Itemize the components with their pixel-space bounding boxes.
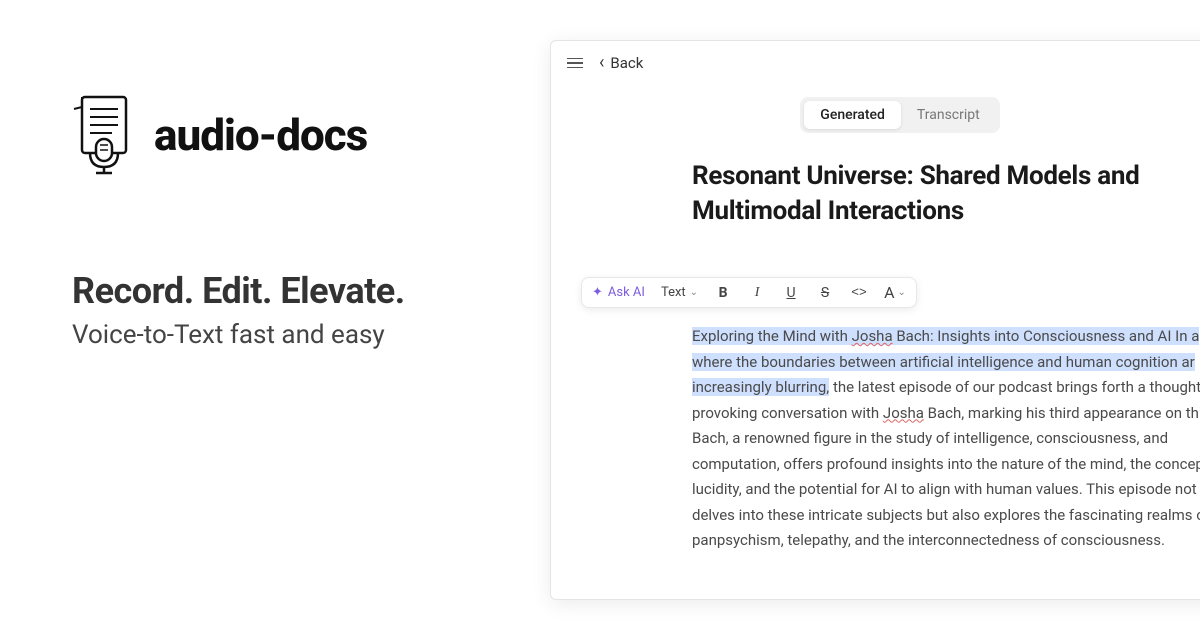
titlebar: ‹ Back: [551, 41, 1200, 85]
color-label: A: [884, 283, 894, 302]
tagline-sub: Voice-to-Text fast and easy: [72, 320, 512, 350]
selection: where the boundaries between artificial …: [692, 353, 1195, 371]
logo-row: audio-docs: [72, 95, 512, 175]
sparkle-icon: ✦: [592, 285, 603, 300]
back-button[interactable]: ‹ Back: [599, 54, 643, 72]
underline-button[interactable]: U: [782, 285, 800, 301]
selection: Exploring the Mind with Josha Bach: Insi…: [692, 327, 1199, 345]
ask-ai-button[interactable]: ✦ Ask AI: [592, 285, 645, 300]
format-toolbar: ✦ Ask AI Text ⌄ B I U S <> A ⌄: [581, 277, 917, 308]
tab-transcript[interactable]: Transcript: [901, 101, 996, 129]
logo-icon: [72, 95, 136, 175]
spellcheck-word: Josha: [883, 404, 924, 422]
text-color-button[interactable]: A ⌄: [884, 283, 906, 302]
tab-group: Generated Transcript: [800, 97, 999, 133]
back-label: Back: [610, 54, 643, 72]
menu-icon[interactable]: [567, 58, 583, 69]
tabs-row: Generated Transcript: [551, 85, 1200, 139]
strike-button[interactable]: S: [816, 285, 834, 301]
bold-button[interactable]: B: [714, 285, 732, 301]
text-style-dropdown[interactable]: Text ⌄: [661, 285, 698, 300]
chevron-down-icon: ⌄: [898, 287, 906, 298]
selection: increasingly blurring,: [692, 378, 829, 396]
chevron-down-icon: ⌄: [690, 287, 698, 298]
ask-ai-label: Ask AI: [608, 285, 645, 300]
chevron-left-icon: ‹: [599, 54, 604, 72]
spellcheck-word: Josha: [852, 327, 893, 345]
text-style-label: Text: [661, 285, 686, 300]
document-body[interactable]: Exploring the Mind with Josha Bach: Insi…: [551, 308, 1200, 554]
code-button[interactable]: <>: [850, 285, 868, 300]
app-window: ‹ Back Generated Transcript Resonant Uni…: [550, 40, 1200, 600]
italic-button[interactable]: I: [748, 285, 766, 301]
doc-title: Resonant Universe: Shared Models and Mul…: [551, 139, 1200, 229]
tab-generated[interactable]: Generated: [804, 101, 901, 129]
tagline-heading: Record. Edit. Elevate.: [72, 270, 512, 312]
marketing-panel: audio-docs Record. Edit. Elevate. Voice-…: [72, 95, 512, 350]
brand-name: audio-docs: [154, 109, 367, 161]
